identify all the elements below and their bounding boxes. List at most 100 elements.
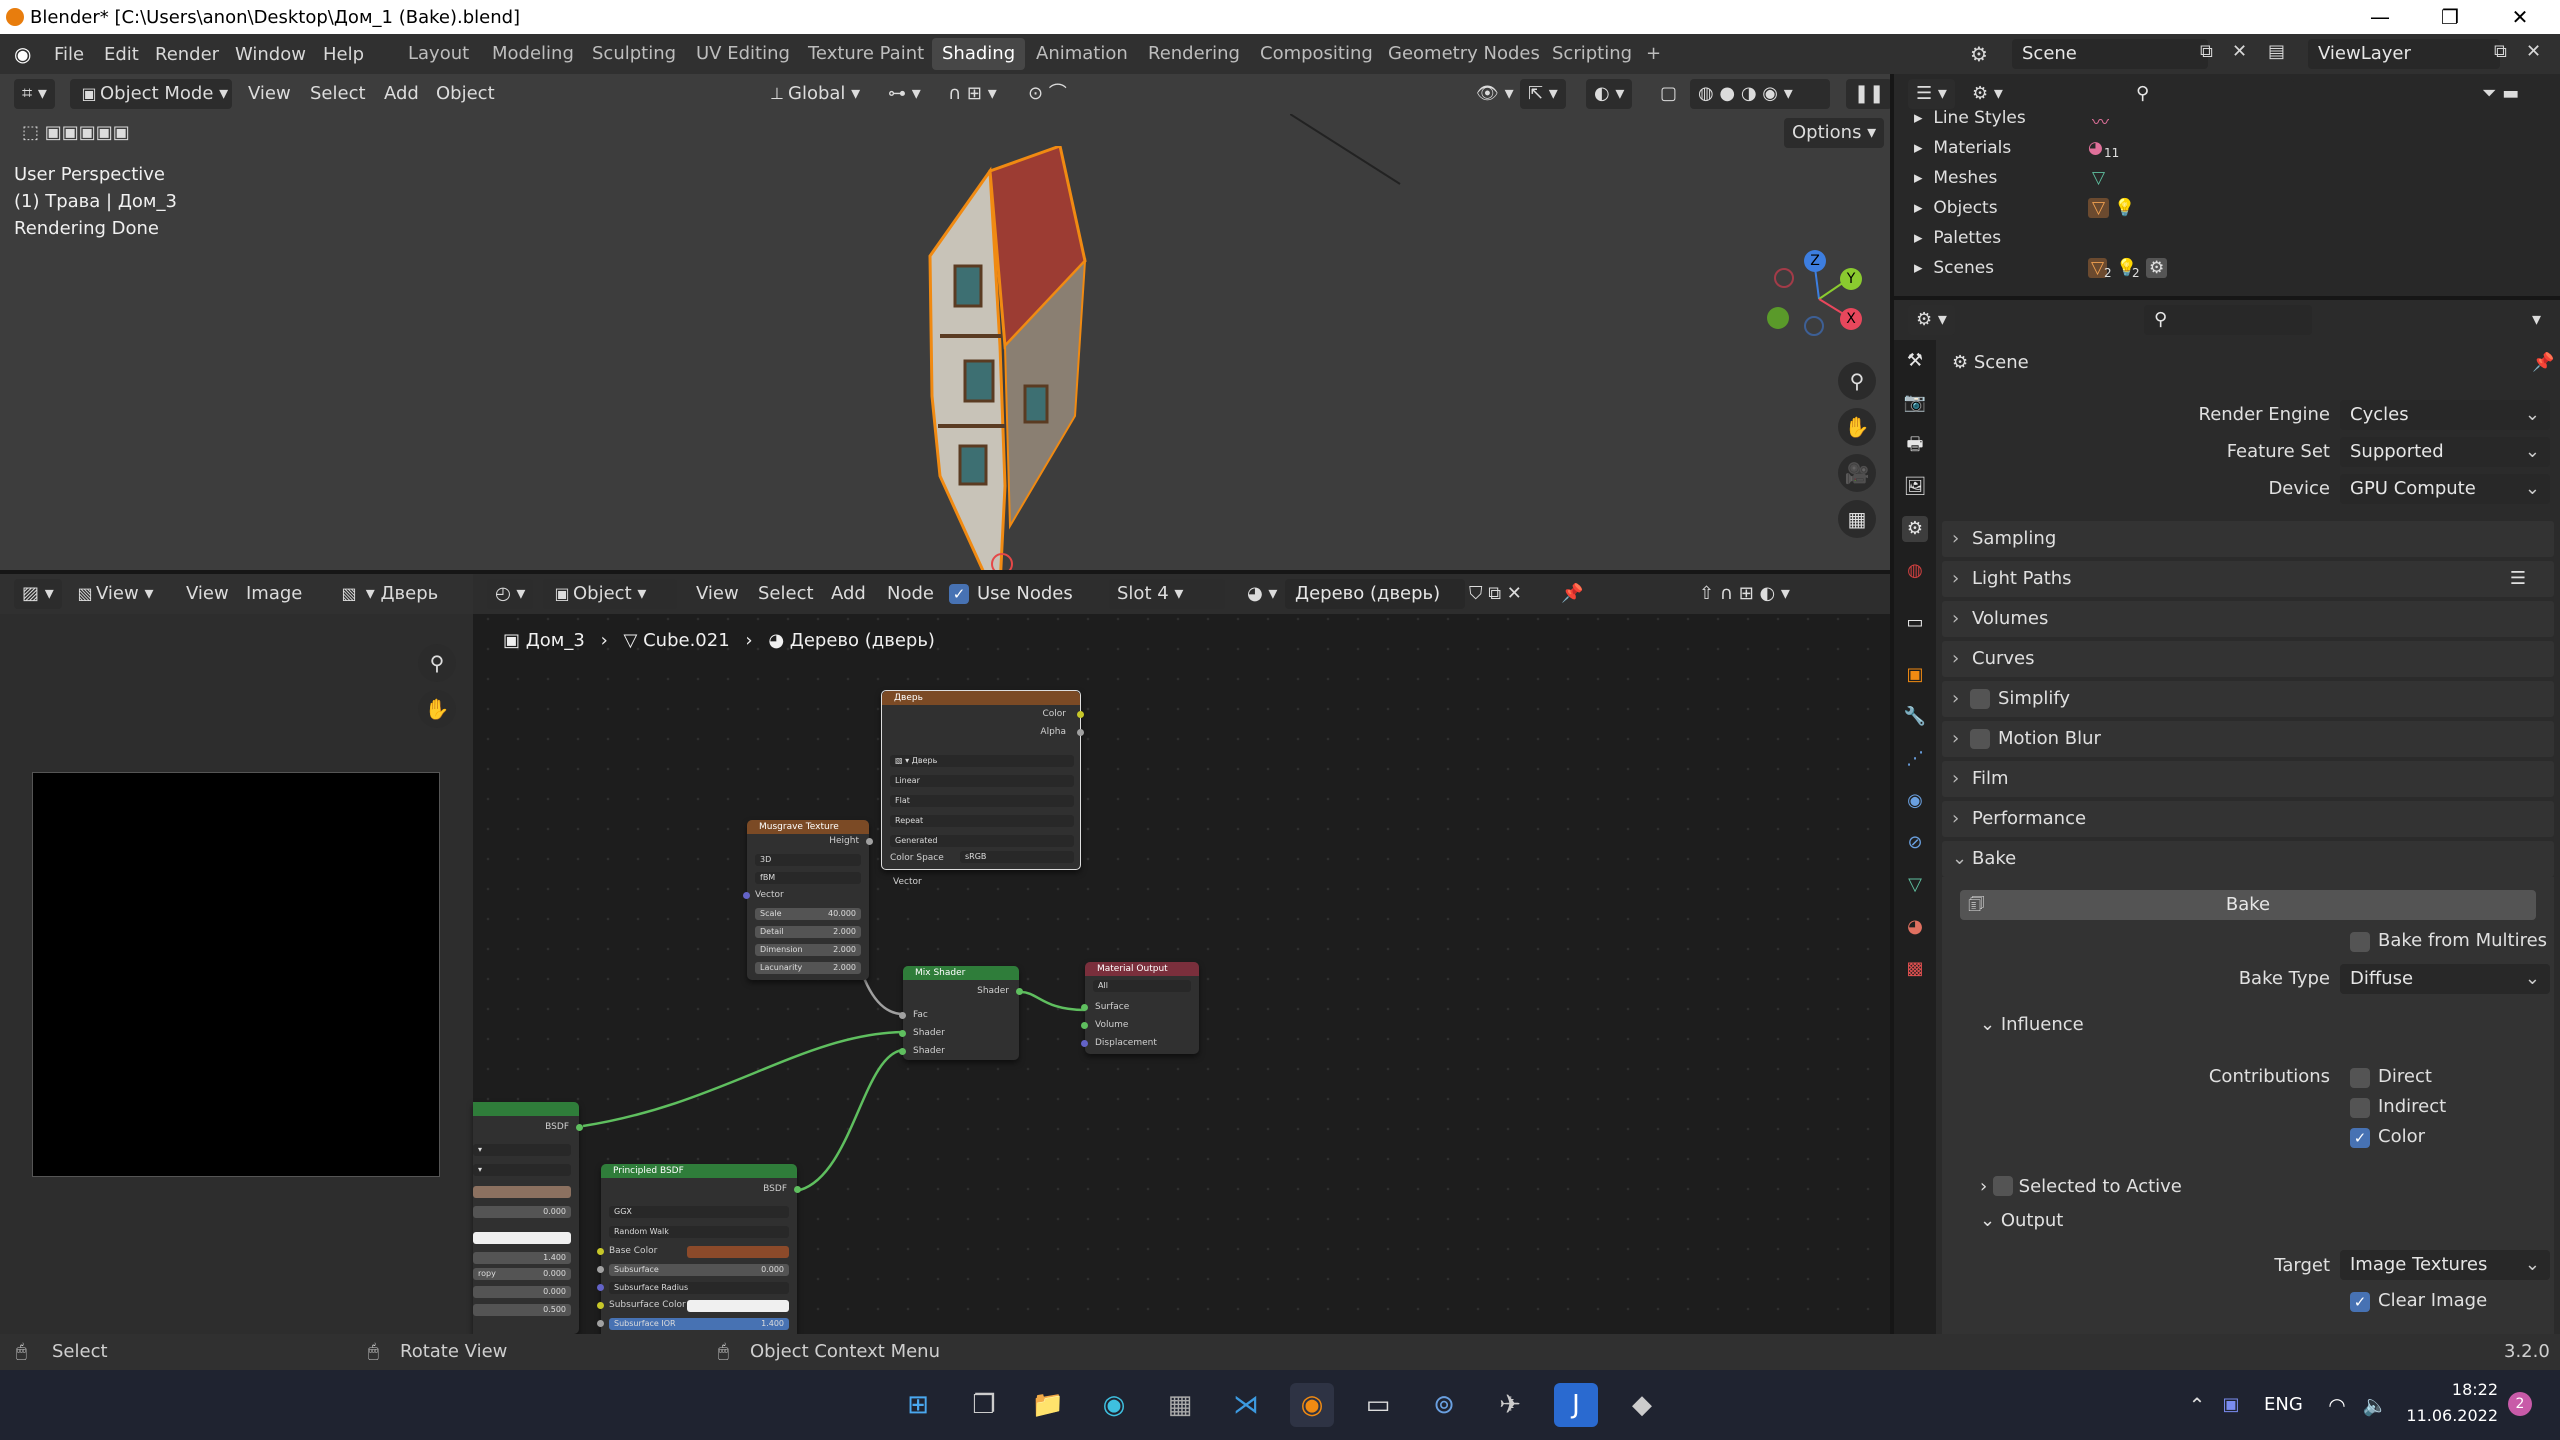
house-model[interactable] (910, 146, 1110, 596)
feature-set-dropdown[interactable]: Supported ⌄ (2340, 437, 2550, 467)
value-field[interactable]: 0.500 (473, 1304, 571, 1316)
physics-tab-icon[interactable]: ◉ (1902, 788, 1928, 814)
menu-edit[interactable]: Edit (104, 44, 139, 65)
collection-tab-icon[interactable]: ▭ (1902, 610, 1928, 636)
file-explorer-icon[interactable]: 📁 (1026, 1383, 1070, 1427)
pivot-icon[interactable]: ⊶ ▾ (880, 79, 929, 109)
image-canvas[interactable]: ⚲ ✋ (0, 614, 473, 1334)
notification-badge[interactable]: 2 (2508, 1392, 2532, 1416)
dropdown-field[interactable]: ▾ (473, 1144, 571, 1156)
start-icon[interactable]: ⊞ (896, 1383, 940, 1427)
subsurface-color-field[interactable] (687, 1300, 789, 1312)
panel-light-paths[interactable]: › Light Paths ☰ (1942, 561, 2554, 597)
input-socket[interactable] (1081, 1022, 1088, 1029)
viewport-menu-add[interactable]: Add (376, 79, 427, 109)
clock-time[interactable]: 18:22 (2428, 1380, 2498, 1399)
edge-icon[interactable]: ◉ (1092, 1383, 1136, 1427)
properties-options-icon[interactable]: ▾ (2524, 305, 2549, 335)
pause-render-button[interactable]: ❚❚ (1846, 79, 1893, 109)
viewlayer-remove-icon[interactable]: ✕ (2526, 41, 2541, 62)
simplify-checkbox[interactable] (1970, 689, 1990, 709)
menu-window[interactable]: Window (235, 44, 306, 65)
input-socket[interactable] (899, 1030, 906, 1037)
selected-to-active-subpanel[interactable]: › Selected to Active (1980, 1172, 2182, 1197)
viewlayer-copy-icon[interactable]: ⧉ (2494, 41, 2507, 62)
panel-sampling[interactable]: › Sampling (1942, 521, 2554, 557)
output-socket[interactable] (866, 838, 873, 845)
image-selector[interactable]: ▧ ▾ Дверь (890, 755, 1074, 767)
image-menu-image[interactable]: Image (238, 579, 310, 609)
outliner-item-scenes[interactable]: ▸ Scenes ▽ 2 💡 2 ⚙ (1914, 258, 2168, 280)
dimensions-dropdown[interactable]: 3D (755, 854, 861, 866)
gizmo-toggle-icon[interactable]: ⇱ ▾ (1520, 79, 1566, 109)
input-socket[interactable] (597, 1248, 604, 1255)
interpolation-dropdown[interactable]: Linear (890, 775, 1074, 787)
language-indicator[interactable]: ENG (2264, 1394, 2303, 1415)
chevron-up-icon[interactable]: ⌃ (2182, 1383, 2212, 1427)
output-socket[interactable] (1077, 711, 1084, 718)
bake-button[interactable]: 🗊 Bake (1960, 890, 2536, 920)
scene-icon[interactable]: ⚙ (1970, 42, 1988, 66)
tab-scripting[interactable]: Scripting (1542, 38, 1642, 70)
minimize-button[interactable]: — (2350, 2, 2410, 32)
input-socket[interactable] (1081, 1004, 1088, 1011)
principled-bsdf-node[interactable]: Principled BSDF BSDF GGX Random Walk Bas… (597, 1164, 801, 1334)
select-box-tools[interactable]: ⬚ ▣▣▣▣▣ (14, 118, 214, 148)
outliner-item-objects[interactable]: ▸ Objects ▽ 💡 (1914, 198, 2135, 218)
extension-dropdown[interactable]: Repeat (890, 815, 1074, 827)
snap-icon[interactable]: ∩ ⊞ ▾ (940, 79, 1005, 109)
partial-bsdf-node[interactable]: BSDF ▾ ▾ 0.000 1.400 ropy 0.000 0.000 0.5… (473, 1102, 583, 1334)
outliner-item-meshes[interactable]: ▸ Meshes ▽ (1914, 168, 2105, 188)
value-field[interactable]: 0.000 (473, 1286, 571, 1298)
bake-type-dropdown[interactable]: Diffuse ⌄ (2340, 964, 2550, 994)
mix-shader-node[interactable]: Mix Shader Shader Fac Shader Shader (899, 966, 1023, 1060)
viewport-menu-view[interactable]: View (240, 79, 299, 109)
panel-motion-blur[interactable]: › Motion Blur (1942, 721, 2554, 757)
tab-uv-editing[interactable]: UV Editing (686, 38, 800, 70)
selected-to-active-checkbox[interactable] (1992, 1176, 2013, 1196)
output-target-dropdown[interactable]: All (1093, 980, 1191, 992)
panel-performance[interactable]: › Performance (1942, 801, 2554, 837)
calculator-icon[interactable]: ▦ (1158, 1383, 1202, 1427)
viewport-menu-object[interactable]: Object (428, 79, 503, 109)
grid-toggle-icon[interactable]: ▦ (1838, 500, 1876, 538)
properties-search[interactable]: ⚲ (2144, 305, 2312, 335)
tab-shading[interactable]: Shading (932, 38, 1026, 70)
panel-curves[interactable]: › Curves (1942, 641, 2554, 677)
influence-subpanel[interactable]: ⌄ Influence (1980, 1014, 2084, 1035)
input-socket[interactable] (597, 1266, 604, 1273)
tab-layout[interactable]: Layout (398, 38, 479, 70)
output-socket[interactable] (794, 1186, 801, 1193)
blender-taskbar-icon[interactable]: ◉ (1290, 1383, 1334, 1427)
viewport-menu-select[interactable]: Select (302, 79, 374, 109)
scene-field[interactable]: Scene (2012, 39, 2208, 69)
clear-image-checkbox[interactable]: ✓ (2350, 1292, 2370, 1312)
world-tab-icon[interactable]: ◍ (1902, 558, 1928, 584)
qbittorrent-icon[interactable]: ⊚ (1422, 1383, 1466, 1427)
vscode-icon[interactable]: ⋊ (1224, 1383, 1268, 1427)
outliner-item-line-styles[interactable]: ▸ Line Styles 〰 (1914, 108, 2109, 133)
image-pan-icon[interactable]: ✋ (418, 690, 456, 728)
input-socket[interactable] (1081, 1040, 1088, 1047)
outliner[interactable]: ☰ ▾ ⚙ ▾ ⚲ ⏷ ▬ ▸ Line Styles 〰 ▸ Materials… (1894, 74, 2560, 296)
outliner-item-materials[interactable]: ▸ Materials ◕ 11 (1914, 138, 2119, 160)
material-tab-icon[interactable]: ◕ (1902, 914, 1928, 940)
gizmo-y[interactable]: Y (1840, 268, 1862, 290)
texture-tab-icon[interactable]: ▩ (1902, 956, 1928, 982)
lacunarity-field[interactable]: Lacunarity 2.000 (755, 962, 861, 974)
value-field[interactable]: ropy 0.000 (473, 1268, 571, 1280)
detail-field[interactable]: Detail 2.000 (755, 926, 861, 938)
image-texture-node[interactable]: Дверь Color Alpha ▧ ▾ Дверь Linear Flat … (881, 690, 1084, 870)
input-socket[interactable] (597, 1302, 604, 1309)
distribution-dropdown[interactable]: GGX (609, 1206, 789, 1218)
output-subpanel[interactable]: ⌄ Output (1980, 1210, 2063, 1231)
tab-animation[interactable]: Animation (1026, 38, 1138, 70)
render-engine-dropdown[interactable]: Cycles ⌄ (2340, 400, 2550, 430)
zoom-icon[interactable]: ⚲ (1838, 362, 1876, 400)
color-field[interactable] (473, 1232, 571, 1244)
tool-tab-icon[interactable]: ⚒ (1902, 348, 1928, 374)
source-dropdown[interactable]: Generated (890, 835, 1074, 847)
input-socket[interactable] (899, 1012, 906, 1019)
image-view-dropdown[interactable]: ▧ View ▾ (66, 579, 161, 609)
object-tab-icon[interactable]: ▣ (1902, 662, 1928, 688)
